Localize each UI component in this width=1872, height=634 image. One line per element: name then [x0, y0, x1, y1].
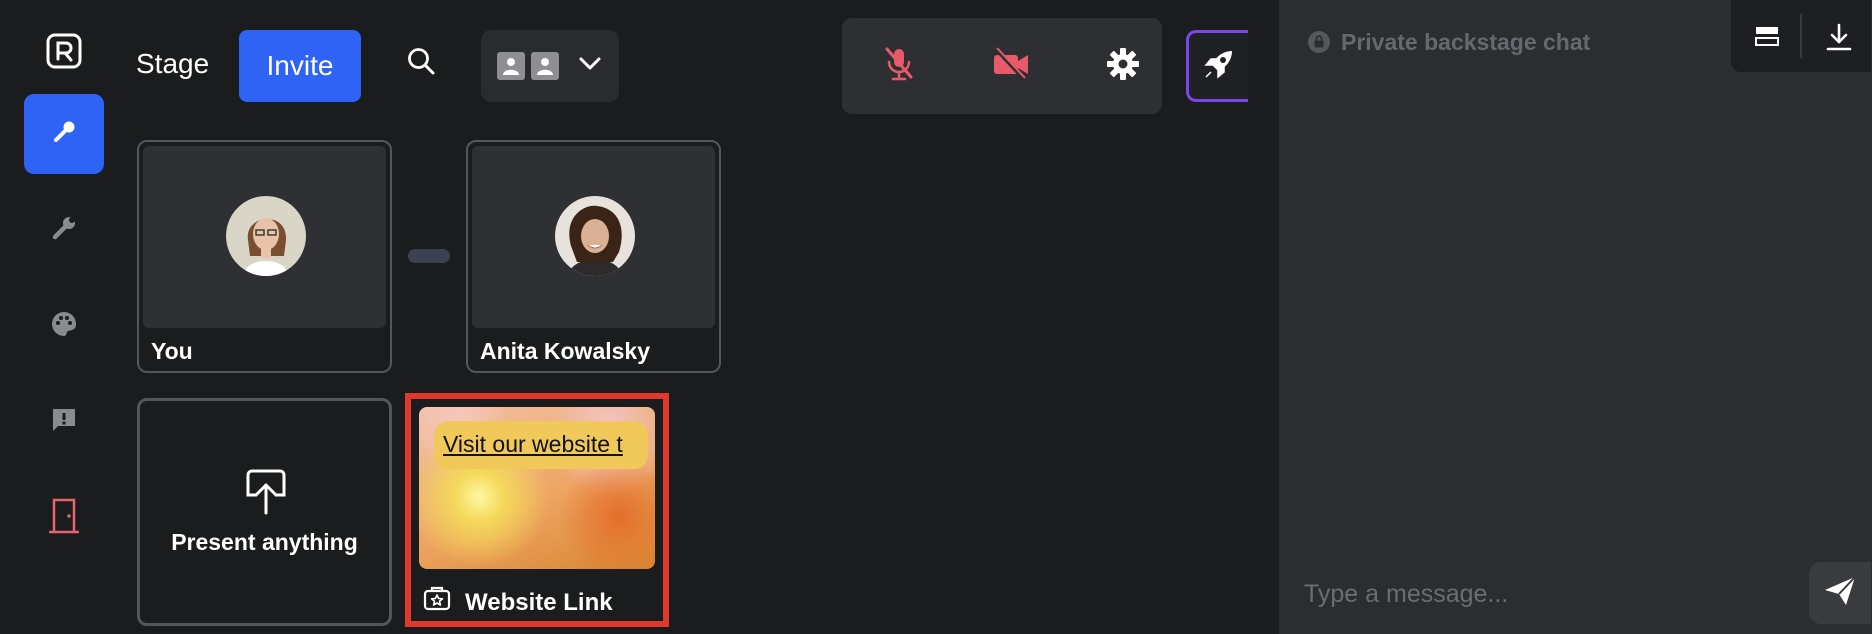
- website-badge-icon: [423, 585, 451, 613]
- chat-title: Private backstage chat: [1341, 29, 1591, 55]
- wrench-icon: [49, 213, 79, 248]
- person-icon: [531, 52, 559, 80]
- website-thumbnail: Visit our website t: [419, 407, 655, 569]
- participants-layout-button[interactable]: [481, 30, 619, 102]
- exit-door-icon: [47, 498, 81, 539]
- website-link-tile[interactable]: Visit our website t Website Link: [405, 393, 669, 627]
- website-link-banner[interactable]: Visit our website t: [434, 421, 648, 469]
- chevron-down-icon: [579, 57, 601, 76]
- video-placeholder: [143, 146, 386, 328]
- chat-toolbar: [1731, 0, 1871, 72]
- toolbar-divider: [1800, 14, 1802, 58]
- mic-muted-icon: [883, 46, 915, 87]
- rail-stage-button[interactable]: [24, 94, 104, 174]
- avatar: [226, 196, 306, 276]
- gear-icon: [1106, 47, 1140, 86]
- video-placeholder: [472, 146, 715, 328]
- app-logo-icon: [46, 33, 82, 69]
- avatar: [555, 196, 635, 276]
- person-icon: [497, 52, 525, 80]
- backstage-chat-panel: Private backstage chat Type a message...: [1279, 0, 1872, 634]
- website-link-label: Website Link: [465, 589, 613, 616]
- invite-button[interactable]: Invite: [239, 30, 361, 102]
- rail-tools-button[interactable]: [24, 190, 104, 270]
- participant-name: You: [151, 338, 193, 364]
- rail-exit-button[interactable]: [24, 478, 104, 558]
- stage-title: Stage: [136, 48, 210, 79]
- media-controls: [842, 18, 1162, 114]
- chat-message-input[interactable]: Type a message...: [1304, 580, 1508, 609]
- upload-icon: [244, 469, 288, 520]
- search-button[interactable]: [398, 40, 444, 86]
- present-anything-label: Present anything: [171, 529, 358, 555]
- download-icon[interactable]: [1825, 22, 1853, 57]
- camera-off-icon: [992, 46, 1030, 86]
- website-link-text: Visit our website t: [443, 431, 623, 457]
- collapse-panel-button[interactable]: [1753, 22, 1781, 55]
- participant-tile-anita[interactable]: Anita Kowalsky: [466, 140, 721, 373]
- send-button[interactable]: [1809, 562, 1871, 624]
- participant-tile-you[interactable]: You: [137, 140, 392, 373]
- rail-feedback-button[interactable]: [24, 382, 104, 462]
- search-icon: [406, 46, 436, 81]
- send-icon: [1822, 574, 1858, 613]
- lock-icon: [1307, 30, 1331, 54]
- participant-name: Anita Kowalsky: [480, 338, 650, 364]
- microphone-icon: [50, 118, 78, 151]
- palette-icon: [49, 309, 79, 344]
- settings-button[interactable]: [1098, 42, 1148, 90]
- rail-brand-button[interactable]: [24, 286, 104, 366]
- present-anything-tile[interactable]: Present anything: [137, 398, 392, 626]
- rocket-icon: [1202, 47, 1236, 86]
- feedback-icon: [50, 406, 78, 439]
- camera-toggle-button[interactable]: [986, 42, 1036, 90]
- mic-toggle-button[interactable]: [874, 42, 924, 90]
- go-live-button[interactable]: [1186, 30, 1248, 102]
- tile-divider: [408, 249, 450, 263]
